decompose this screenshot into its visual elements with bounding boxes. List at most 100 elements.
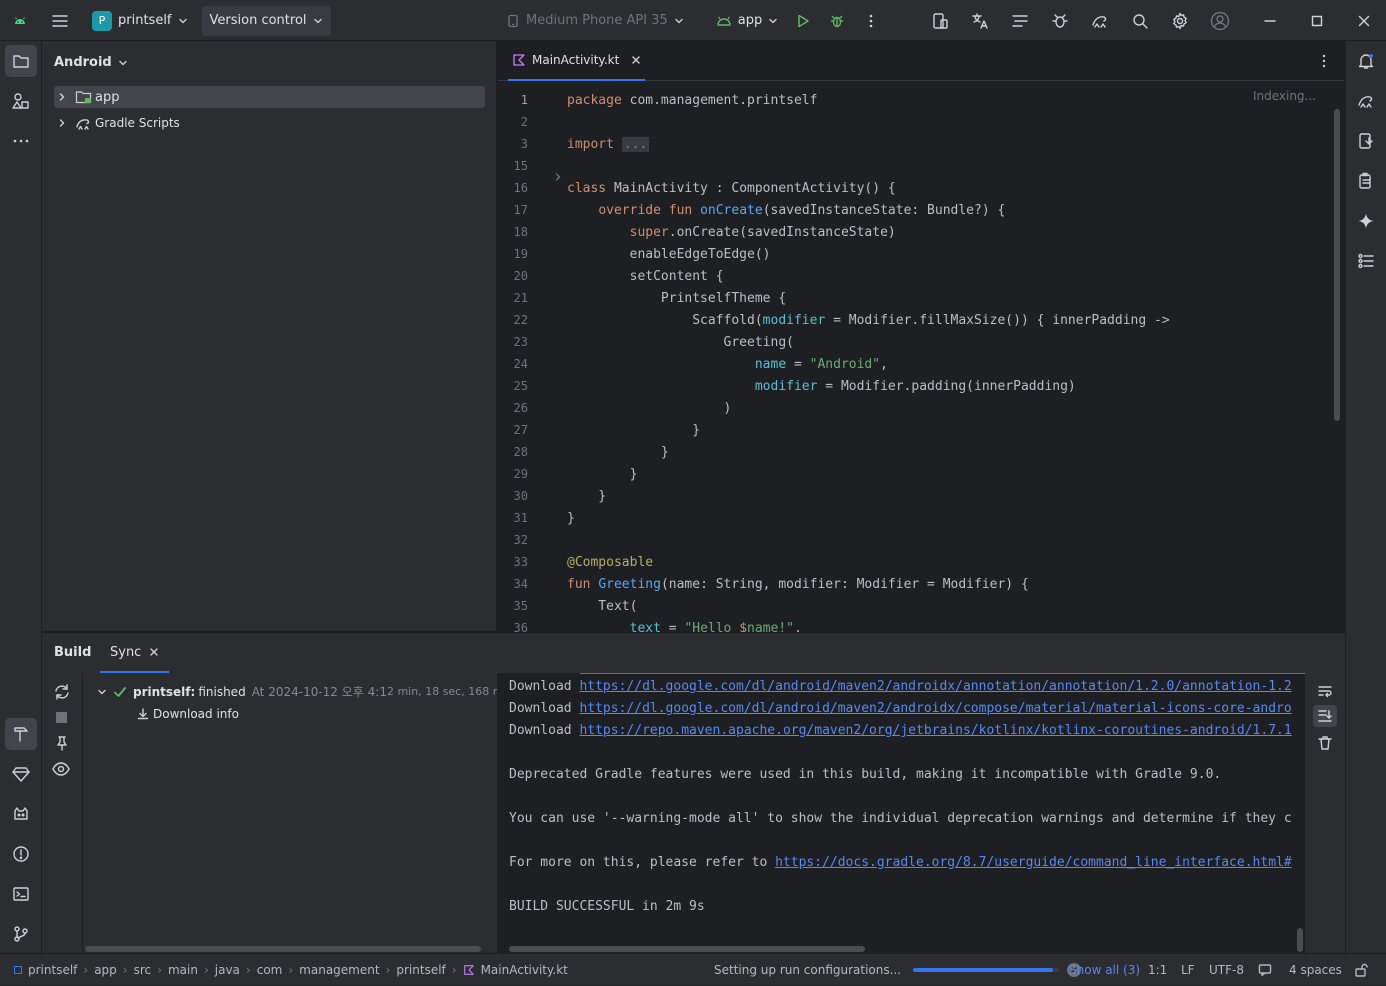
search-button[interactable] [1120, 0, 1160, 41]
console-link[interactable]: https://docs.gradle.org/8.7/userguide/co… [775, 855, 1292, 870]
device-file-explorer-button[interactable] [1350, 125, 1382, 157]
run-config-selector[interactable]: app [708, 6, 786, 36]
breadcrumb-item[interactable]: com [257, 963, 283, 977]
tab-mainactivity[interactable]: MainActivity.kt [508, 41, 646, 81]
gemini-tool-button[interactable] [5, 758, 37, 790]
tab-sync[interactable]: Sync [100, 633, 170, 673]
tree-item-gradle-scripts[interactable]: Gradle Scripts [54, 112, 485, 134]
line-number: 18 [513, 225, 528, 239]
device-selector[interactable]: Medium Phone API 35 [498, 6, 692, 36]
console-horizontal-scrollbar[interactable] [509, 946, 865, 952]
running-devices-button[interactable] [1350, 165, 1382, 197]
main-menu-button[interactable] [40, 0, 80, 41]
editor-options-button[interactable] [1316, 53, 1332, 69]
layout-inspector-button[interactable] [1000, 0, 1040, 41]
hammer-icon [14, 727, 28, 742]
profiler-button[interactable] [1040, 0, 1080, 41]
file-encoding[interactable]: UTF-8 [1209, 954, 1244, 986]
tree-horizontal-scrollbar[interactable] [85, 946, 481, 952]
build-tree: printself: finished At 2024-10-12 오후 4:1… [82, 673, 498, 954]
notifications-button[interactable] [1350, 45, 1382, 77]
tab-build[interactable]: Build [54, 645, 91, 660]
pin-button[interactable] [54, 735, 70, 751]
show-all-tasks-link[interactable]: Show all (3) [1069, 954, 1140, 986]
breadcrumb-item[interactable]: src [134, 963, 152, 977]
breadcrumb-item[interactable]: management [299, 963, 379, 977]
logcat-icon [14, 807, 28, 820]
editor-scrollbar[interactable] [1334, 109, 1340, 421]
terminal-tool-button[interactable] [5, 878, 37, 910]
more-actions-button[interactable] [854, 0, 888, 41]
soft-wrap-button[interactable] [1317, 683, 1333, 699]
project-view-selector[interactable]: Android [54, 55, 128, 70]
debug-button[interactable] [820, 0, 854, 41]
console-link[interactable]: https://dl.google.com/dl/android/maven2/… [579, 701, 1291, 716]
console-link[interactable]: https://dl.google.com/dl/android/maven2/… [579, 679, 1291, 694]
line-separator[interactable]: LF [1181, 954, 1195, 986]
build-tool-button[interactable] [5, 718, 37, 750]
breadcrumb-separator: › [245, 963, 251, 977]
version-control-menu[interactable]: Version control [201, 5, 331, 36]
breadcrumb-item[interactable]: main [168, 963, 198, 977]
logcat-tool-button[interactable] [5, 798, 37, 830]
code-line: super.onCreate(savedInstanceState) [629, 225, 896, 240]
scroll-to-end-icon [1318, 710, 1332, 722]
device-manager-icon [933, 12, 948, 29]
console-text: Download [509, 679, 580, 694]
clear-console-button[interactable] [1317, 735, 1333, 751]
build-tabs: Build Sync [42, 633, 1345, 673]
git-tool-button[interactable] [5, 918, 37, 950]
close-window-button[interactable] [1340, 0, 1386, 41]
problems-tool-button[interactable] [5, 838, 37, 870]
minimize-button[interactable] [1246, 0, 1293, 41]
phone-icon [508, 14, 518, 27]
run-button[interactable] [786, 0, 820, 41]
filter-view-button[interactable] [52, 761, 70, 777]
close-tab-icon[interactable] [149, 647, 159, 657]
structure-button[interactable] [1350, 245, 1382, 277]
comment-icon [1258, 964, 1272, 977]
line-number: 3 [520, 137, 528, 151]
stop-button[interactable] [56, 712, 67, 723]
more-tools-button[interactable] [5, 125, 37, 157]
maximize-button[interactable] [1293, 0, 1340, 41]
scroll-to-end-button[interactable] [1313, 705, 1337, 727]
console-line: Download https://dl.google.com/dl/androi… [509, 679, 1292, 694]
sparkle-icon [1358, 213, 1374, 229]
device-manager-button[interactable] [920, 0, 960, 41]
indexing-indicator: Indexing... [1252, 89, 1316, 103]
fold-chevron-icon[interactable] [554, 173, 562, 181]
resync-button[interactable] [53, 683, 71, 701]
project-selector[interactable]: P printself [84, 6, 196, 36]
folder-icon [13, 55, 29, 68]
status-bar: printself › app › src › main › java › com › ma… [0, 953, 1386, 985]
console-link[interactable]: https://repo.maven.apache.org/maven2/org… [579, 723, 1291, 738]
breadcrumb-item[interactable]: printself [28, 963, 77, 977]
translate-button[interactable] [960, 0, 1000, 41]
tree-item-app[interactable]: app [54, 86, 485, 108]
gemini-button[interactable] [1350, 205, 1382, 237]
caret-position[interactable]: 1:1 [1148, 954, 1167, 986]
gradle-panel-button[interactable] [1350, 85, 1382, 117]
breadcrumb-item[interactable]: printself [396, 963, 445, 977]
lock-toggle[interactable] [1354, 954, 1368, 986]
console-vertical-scrollbar[interactable] [1297, 928, 1303, 952]
settings-button[interactable] [1160, 0, 1200, 41]
account-button[interactable] [1200, 0, 1240, 41]
gradle-sync-button[interactable] [1080, 0, 1120, 41]
project-tool-button[interactable] [5, 45, 37, 77]
console-line: You can use '--warning-mode all' to show… [509, 811, 1292, 826]
close-tab-icon[interactable] [631, 55, 641, 65]
build-tree-root[interactable]: printself: finished At 2024-10-12 오후 4:1… [97, 683, 497, 700]
chevron-down-icon [675, 18, 683, 23]
build-tree-child[interactable]: Download info [137, 707, 239, 721]
readonly-toggle[interactable] [1258, 954, 1272, 986]
code-line: Greeting( [567, 335, 794, 350]
resource-manager-button[interactable] [5, 85, 37, 117]
console-line: Download https://repo.maven.apache.org/m… [509, 723, 1292, 738]
indent-setting[interactable]: 4 spaces [1289, 954, 1342, 986]
build-console[interactable]: Download https://dl.google.com/dl/androi… [498, 673, 1305, 954]
breadcrumb-item[interactable]: app [94, 963, 117, 977]
breadcrumb-item[interactable]: MainActivity.kt [481, 963, 568, 977]
breadcrumb-item[interactable]: java [215, 963, 240, 977]
